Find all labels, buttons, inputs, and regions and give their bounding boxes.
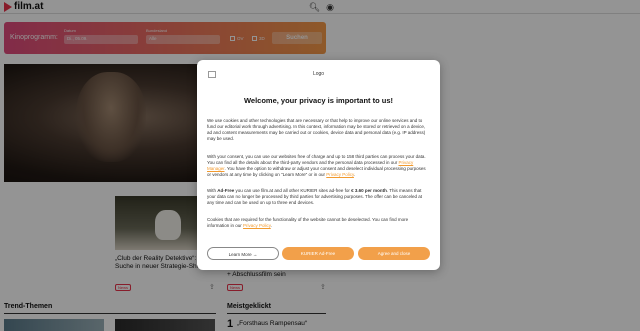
consent-title: Welcome, your privacy is important to us… — [243, 96, 394, 105]
logo-alt-text: Logo — [312, 71, 325, 77]
p3-text-1: With — [207, 188, 216, 193]
consent-paragraph-1: We use cookies and other technologies th… — [207, 118, 426, 141]
consent-dialog: Logo Welcome, your privacy is important … — [197, 60, 440, 270]
privacy-policy-link[interactable]: Privacy Policy — [326, 172, 354, 177]
p3-text-2: you can use film.at and all other KURIER… — [235, 188, 350, 193]
p2-text: With your consent, you can use our websi… — [207, 154, 426, 165]
learn-more-button[interactable]: Learn More → — [207, 247, 279, 260]
privacy-policy-link-2[interactable]: Privacy Policy — [243, 223, 271, 228]
agree-button[interactable]: Agree and close — [358, 247, 430, 260]
p2-text-2: . You have the option to withdraw or adj… — [207, 166, 426, 177]
consent-paragraph-3: With Ad-Free you can use film.at and all… — [207, 188, 430, 206]
ad-free-button[interactable]: KURIER Ad-Free — [282, 247, 354, 260]
consent-paragraph-4: Cookies that are required for the functi… — [207, 217, 409, 228]
consent-paragraph-2: With your consent, you can use our websi… — [207, 154, 426, 177]
price-bold: € 3.60 per month — [351, 188, 387, 193]
p4-text: Cookies that are required for the functi… — [207, 217, 409, 228]
ad-free-bold: Ad-Free — [217, 188, 235, 193]
